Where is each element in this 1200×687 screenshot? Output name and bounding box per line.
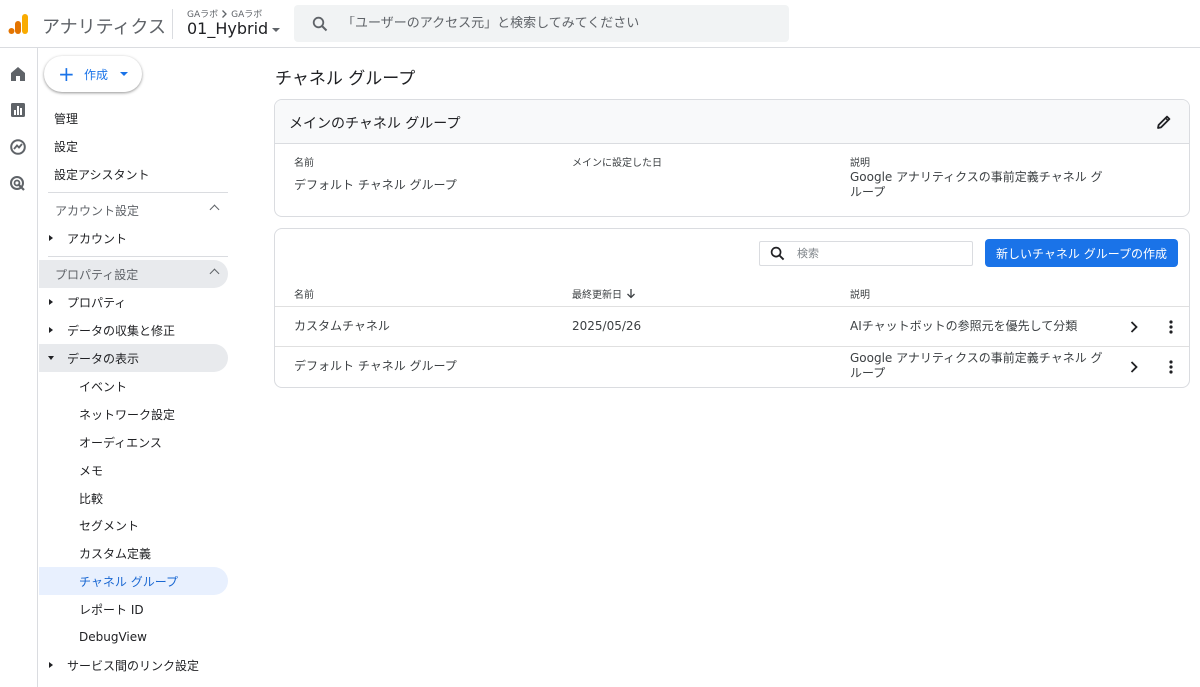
sidebar-item-channel-groups[interactable]: チャネル グループ: [39, 567, 228, 595]
property-settings-label: プロパティ設定: [55, 267, 139, 282]
table-divider: [275, 306, 1189, 307]
caret-down-icon: [120, 72, 129, 76]
top-app-bar: アナリティクス GAラボ GAラボ 01_Hybrid: [0, 0, 1200, 48]
expand-arrow-icon: [49, 235, 53, 241]
collapse-arrow-icon: [48, 356, 54, 360]
sidebar-item-data-display[interactable]: データの表示: [39, 344, 228, 372]
row-description: Google アナリティクスの事前定義チャネル グループ: [850, 351, 1103, 380]
analytics-logo-icon[interactable]: [8, 13, 30, 35]
chevron-right-icon: [1130, 361, 1138, 373]
chevron-right-icon: [222, 9, 228, 18]
sidebar-item-custom-definitions[interactable]: カスタム定義: [39, 539, 228, 567]
left-rail: [0, 48, 38, 687]
chevron-right-icon: [1130, 321, 1138, 333]
sidebar-item-product-links[interactable]: サービス間のリンク設定: [39, 651, 228, 679]
expand-arrow-icon: [49, 327, 53, 333]
sidebar-item-debugview[interactable]: DebugView: [39, 623, 228, 651]
account-settings-label: アカウント設定: [55, 203, 140, 218]
search-icon: [770, 246, 785, 261]
search-icon: [312, 16, 328, 31]
account-settings-header[interactable]: アカウント設定: [39, 196, 228, 224]
column-header-name: 名前: [294, 158, 314, 169]
page-title: チャネル グループ: [275, 69, 416, 89]
sidebar-item-setup-assistant[interactable]: 設定アシスタント: [54, 160, 150, 188]
table-search-input[interactable]: [797, 247, 957, 260]
sidebar-item-comparisons[interactable]: 比較: [39, 484, 228, 512]
sidebar-item-settings[interactable]: 設定: [54, 132, 78, 160]
row-last-updated: 2025/05/26: [572, 319, 642, 333]
more-vert-icon: [1169, 320, 1173, 334]
create-channel-group-button[interactable]: 新しいチャネル グループの作成: [985, 239, 1178, 267]
reports-icon[interactable]: [9, 101, 27, 119]
row-open-chevron[interactable]: [1124, 317, 1144, 337]
sidebar-item-annotations[interactable]: メモ: [39, 456, 228, 484]
sidebar-item-label: アカウント: [67, 231, 128, 246]
explore-icon[interactable]: [9, 138, 27, 156]
expand-arrow-icon: [49, 299, 53, 305]
row-open-chevron[interactable]: [1124, 357, 1144, 377]
edit-pencil-icon[interactable]: [1155, 113, 1173, 131]
row-name: デフォルト チャネル グループ: [294, 359, 457, 373]
sidebar-item-property[interactable]: プロパティ: [39, 288, 228, 316]
app-title: アナリティクス: [42, 17, 167, 38]
admin-sidebar: + 作成 管理 設定 設定アシスタント アカウント設定 アカウント プロパティ設…: [39, 48, 239, 687]
expand-arrow-icon: [49, 662, 53, 668]
column-header-description: 説明: [850, 158, 870, 169]
table-divider: [275, 346, 1189, 347]
property-selector[interactable]: 01_Hybrid: [187, 19, 281, 38]
sidebar-item-label: データの表示: [67, 351, 140, 366]
sidebar-item-audiences[interactable]: オーディエンス: [39, 428, 228, 456]
row-description: AIチャットボットの参照元を優先して分類: [850, 319, 1078, 333]
caret-down-icon: [272, 28, 281, 32]
create-label: 作成: [84, 67, 109, 82]
advertising-icon[interactable]: [9, 175, 27, 193]
sidebar-item-events[interactable]: イベント: [39, 372, 228, 400]
sidebar-item-account[interactable]: アカウント: [39, 224, 228, 252]
row-more-menu[interactable]: [1161, 357, 1181, 377]
sidebar-item-label: データの収集と修正: [67, 323, 176, 338]
sidebar-item-label: プロパティ: [67, 295, 127, 310]
property-name: 01_Hybrid: [187, 19, 269, 38]
channel-groups-table-card: 新しいチャネル グループの作成 名前 最終更新日 説明 カスタムチャネル 202…: [274, 228, 1190, 388]
primary-channel-group-card: メインのチャネル グループ 名前 メインに設定した日 説明 デフォルト チャネル…: [274, 99, 1190, 217]
more-vert-icon: [1169, 360, 1173, 374]
create-button[interactable]: + 作成: [44, 56, 142, 92]
sidebar-item-data-collection[interactable]: データの収集と修正: [39, 316, 228, 344]
primary-group-name: デフォルト チャネル グループ: [294, 178, 457, 192]
chevron-up-icon: [209, 268, 220, 279]
table-search-box[interactable]: [759, 241, 973, 266]
global-search-bar[interactable]: [294, 5, 789, 42]
sidebar-divider: [48, 192, 228, 193]
column-header-description: 説明: [850, 290, 870, 301]
property-settings-header[interactable]: プロパティ設定: [39, 260, 228, 288]
row-name: カスタムチャネル: [294, 319, 390, 333]
sidebar-divider: [48, 256, 228, 257]
card-header: メインのチャネル グループ: [275, 100, 1189, 144]
column-header-primary-date: メインに設定した日: [572, 158, 662, 169]
card-title: メインのチャネル グループ: [289, 116, 461, 132]
row-more-menu[interactable]: [1161, 317, 1181, 337]
column-header-label: 最終更新日: [572, 290, 622, 301]
plus-icon: +: [58, 62, 75, 86]
column-header-name[interactable]: 名前: [294, 286, 314, 301]
home-icon[interactable]: [9, 65, 27, 83]
chevron-up-icon: [209, 204, 220, 215]
global-search-input[interactable]: [342, 16, 762, 31]
sidebar-item-label: サービス間のリンク設定: [67, 658, 200, 673]
sidebar-item-segments[interactable]: セグメント: [39, 511, 228, 539]
sidebar-item-report-id[interactable]: レポート ID: [39, 595, 228, 623]
sort-descending-icon: [627, 289, 635, 299]
primary-group-description: Google アナリティクスの事前定義チャネル グループ: [850, 170, 1103, 199]
column-header-last-updated[interactable]: 最終更新日: [572, 286, 636, 301]
sidebar-item-admin[interactable]: 管理: [54, 104, 78, 132]
sidebar-item-network-settings[interactable]: ネットワーク設定: [39, 400, 228, 428]
header-divider: [172, 9, 173, 39]
